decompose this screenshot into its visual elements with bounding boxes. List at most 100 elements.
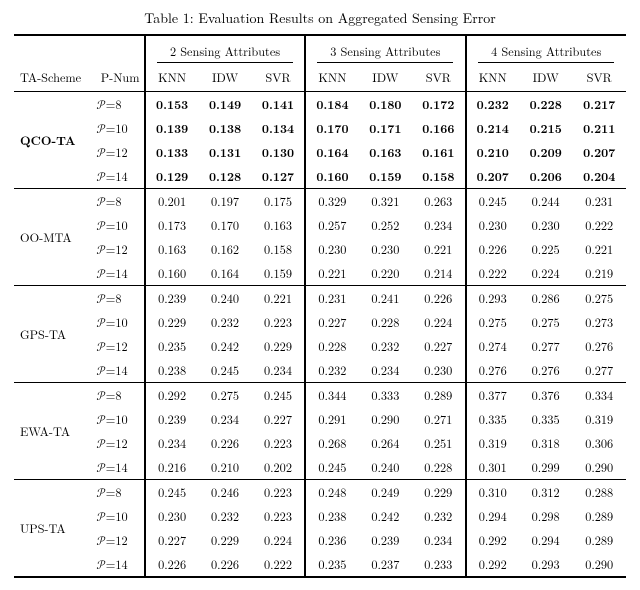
value-cell: 0.291	[305, 407, 358, 431]
header-pnum: P-Num	[90, 65, 145, 92]
value-cell: 0.299	[519, 455, 572, 480]
value-cell: 0.141	[252, 92, 305, 117]
table-caption: Table 1: Evaluation Results on Aggregate…	[14, 8, 626, 28]
value-cell: 0.153	[145, 92, 198, 117]
results-table: 2 Sensing Attributes3 Sensing Attributes…	[14, 34, 626, 578]
blank-cell	[14, 35, 90, 65]
value-cell: 0.220	[359, 261, 412, 286]
value-cell: 0.225	[519, 237, 572, 261]
value-cell: 0.245	[198, 358, 251, 383]
value-cell: 0.334	[572, 383, 626, 408]
pnum-cell: 𝒫=14	[90, 552, 145, 577]
value-cell: 0.210	[466, 140, 519, 164]
value-cell: 0.159	[359, 164, 412, 189]
header-metric: SVR	[412, 65, 465, 92]
value-cell: 0.229	[252, 334, 305, 358]
value-cell: 0.239	[145, 407, 198, 431]
value-cell: 0.207	[466, 164, 519, 189]
value-cell: 0.173	[145, 213, 198, 237]
value-cell: 0.129	[145, 164, 198, 189]
header-metric: SVR	[252, 65, 305, 92]
value-cell: 0.128	[198, 164, 251, 189]
value-cell: 0.234	[359, 358, 412, 383]
pnum-cell: 𝒫=8	[90, 189, 145, 214]
value-cell: 0.230	[359, 237, 412, 261]
scheme-name: GPS-TA	[14, 286, 90, 383]
value-cell: 0.232	[305, 358, 358, 383]
header-scheme: TA-Scheme	[14, 65, 90, 92]
value-cell: 0.232	[359, 334, 412, 358]
table-row: 𝒫=120.2270.2290.2240.2360.2390.2340.2920…	[14, 528, 626, 552]
pnum-cell: 𝒫=14	[90, 261, 145, 286]
value-cell: 0.158	[252, 237, 305, 261]
value-cell: 0.202	[252, 455, 305, 480]
value-cell: 0.226	[198, 552, 251, 577]
header-metric: SVR	[572, 65, 626, 92]
value-cell: 0.275	[572, 286, 626, 311]
value-cell: 0.158	[412, 164, 465, 189]
scheme-name: OO-MTA	[14, 189, 90, 286]
column-group: 2 Sensing Attributes	[145, 35, 305, 65]
value-cell: 0.319	[572, 407, 626, 431]
table-row: 𝒫=140.1290.1280.1270.1600.1590.1580.2070…	[14, 164, 626, 189]
value-cell: 0.164	[198, 261, 251, 286]
value-cell: 0.231	[305, 286, 358, 311]
value-cell: 0.289	[572, 504, 626, 528]
table-row: 𝒫=140.1600.1640.1590.2210.2200.2140.2220…	[14, 261, 626, 286]
value-cell: 0.293	[519, 552, 572, 577]
value-cell: 0.293	[466, 286, 519, 311]
value-cell: 0.294	[519, 528, 572, 552]
header-metric: KNN	[305, 65, 358, 92]
pnum-cell: 𝒫=12	[90, 237, 145, 261]
value-cell: 0.223	[252, 480, 305, 505]
table-row: 𝒫=120.1630.1620.1580.2300.2300.2210.2260…	[14, 237, 626, 261]
value-cell: 0.230	[519, 213, 572, 237]
value-cell: 0.312	[519, 480, 572, 505]
value-cell: 0.319	[466, 431, 519, 455]
value-cell: 0.234	[412, 213, 465, 237]
value-cell: 0.216	[145, 455, 198, 480]
value-cell: 0.138	[198, 116, 251, 140]
value-cell: 0.226	[145, 552, 198, 577]
value-cell: 0.221	[305, 261, 358, 286]
value-cell: 0.149	[198, 92, 251, 117]
value-cell: 0.224	[519, 261, 572, 286]
value-cell: 0.234	[252, 358, 305, 383]
table-row: 𝒫=120.1330.1310.1300.1640.1630.1610.2100…	[14, 140, 626, 164]
value-cell: 0.289	[412, 383, 465, 408]
value-cell: 0.234	[412, 528, 465, 552]
value-cell: 0.232	[466, 92, 519, 117]
value-cell: 0.242	[359, 504, 412, 528]
value-cell: 0.163	[359, 140, 412, 164]
value-cell: 0.292	[145, 383, 198, 408]
value-cell: 0.219	[572, 261, 626, 286]
scheme-name: QCO-TA	[14, 92, 90, 189]
value-cell: 0.170	[305, 116, 358, 140]
value-cell: 0.271	[412, 407, 465, 431]
value-cell: 0.221	[252, 286, 305, 311]
column-group: 4 Sensing Attributes	[466, 35, 626, 65]
value-cell: 0.235	[145, 334, 198, 358]
value-cell: 0.268	[305, 431, 358, 455]
value-cell: 0.209	[519, 140, 572, 164]
value-cell: 0.206	[519, 164, 572, 189]
value-cell: 0.184	[305, 92, 358, 117]
value-cell: 0.133	[145, 140, 198, 164]
value-cell: 0.306	[572, 431, 626, 455]
value-cell: 0.263	[412, 189, 465, 214]
value-cell: 0.237	[359, 552, 412, 577]
value-cell: 0.242	[198, 334, 251, 358]
value-cell: 0.231	[572, 189, 626, 214]
value-cell: 0.134	[252, 116, 305, 140]
pnum-cell: 𝒫=12	[90, 528, 145, 552]
value-cell: 0.228	[519, 92, 572, 117]
pnum-cell: 𝒫=10	[90, 407, 145, 431]
scheme-name: EWA-TA	[14, 383, 90, 480]
value-cell: 0.290	[359, 407, 412, 431]
value-cell: 0.377	[466, 383, 519, 408]
value-cell: 0.236	[305, 528, 358, 552]
value-cell: 0.329	[305, 189, 358, 214]
column-group-label: 4 Sensing Attributes	[478, 42, 614, 63]
value-cell: 0.232	[412, 504, 465, 528]
value-cell: 0.264	[359, 431, 412, 455]
